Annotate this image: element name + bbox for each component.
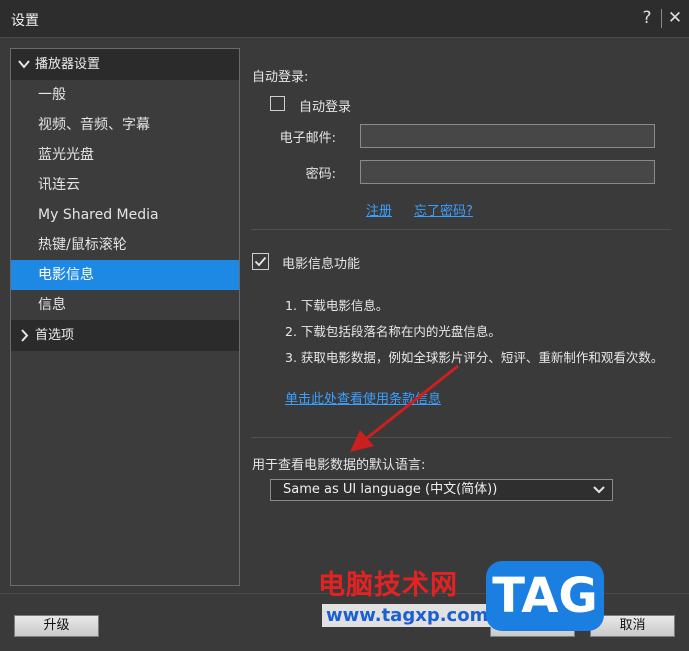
movie-info-checkbox[interactable] xyxy=(252,253,269,270)
default-language-value: Same as UI language (中文(简体)) xyxy=(283,482,498,497)
sidebar-item-cloud[interactable]: 讯连云 xyxy=(11,170,239,200)
sidebar-item-my-shared-media[interactable]: My Shared Media xyxy=(11,200,239,230)
forgot-password-link[interactable]: 忘了密码? xyxy=(414,200,473,219)
chevron-right-icon xyxy=(21,329,29,342)
movie-info-line-2: 2. 下载包括段落名称在内的光盘信息。 xyxy=(285,324,501,339)
autologin-checkbox-label: 自动登录 xyxy=(299,100,352,115)
autologin-checkbox[interactable] xyxy=(270,96,285,111)
sidebar-group-label: 播放器设置 xyxy=(35,57,101,72)
title-separator xyxy=(661,9,662,28)
section-divider xyxy=(251,229,671,230)
default-language-select[interactable]: Same as UI language (中文(简体)) xyxy=(270,479,613,501)
tag-logo-icon: TAG xyxy=(486,561,604,631)
sidebar-item-movie-info[interactable]: 电影信息 xyxy=(11,260,239,290)
sidebar-group-player-settings[interactable]: 播放器设置 xyxy=(11,49,239,80)
checkmark-icon xyxy=(254,256,267,267)
window-title: 设置 xyxy=(11,13,39,29)
chevron-down-icon xyxy=(18,60,30,69)
title-bar: 设置 ? ✕ xyxy=(0,0,689,38)
register-link[interactable]: 注册 xyxy=(366,200,392,219)
sidebar-item-general[interactable]: 一般 xyxy=(11,80,239,110)
movie-info-checkbox-label: 电影信息功能 xyxy=(282,257,361,272)
close-button[interactable]: ✕ xyxy=(664,7,686,29)
sidebar-item-info[interactable]: 信息 xyxy=(11,290,239,320)
settings-sidebar: 播放器设置 一般 视频、音频、字幕 蓝光光盘 讯连云 My Shared Med… xyxy=(10,48,240,586)
help-button[interactable]: ? xyxy=(636,7,658,29)
upgrade-button[interactable]: 升级 xyxy=(14,615,99,637)
sidebar-item-hotkeys[interactable]: 热键/鼠标滚轮 xyxy=(11,230,239,260)
sidebar-group-preferences[interactable]: 首选项 xyxy=(11,320,239,351)
sidebar-item-video-audio-subtitle[interactable]: 视频、音频、字幕 xyxy=(11,110,239,140)
password-label: 密码: xyxy=(305,167,336,182)
autologin-section-label: 自动登录: xyxy=(252,70,309,85)
movie-info-line-1: 1. 下载电影信息。 xyxy=(285,298,389,313)
email-label: 电子邮件: xyxy=(279,131,336,146)
sidebar-item-bluray[interactable]: 蓝光光盘 xyxy=(11,140,239,170)
sidebar-group-label: 首选项 xyxy=(35,328,75,343)
chevron-down-icon xyxy=(593,486,605,494)
watermark-url: www.tagxp.com xyxy=(322,604,493,627)
watermark-site-name: 电脑技术网 xyxy=(318,570,458,601)
email-field[interactable] xyxy=(360,124,655,148)
annotation-arrow-icon xyxy=(350,364,459,452)
password-field[interactable] xyxy=(360,160,655,184)
